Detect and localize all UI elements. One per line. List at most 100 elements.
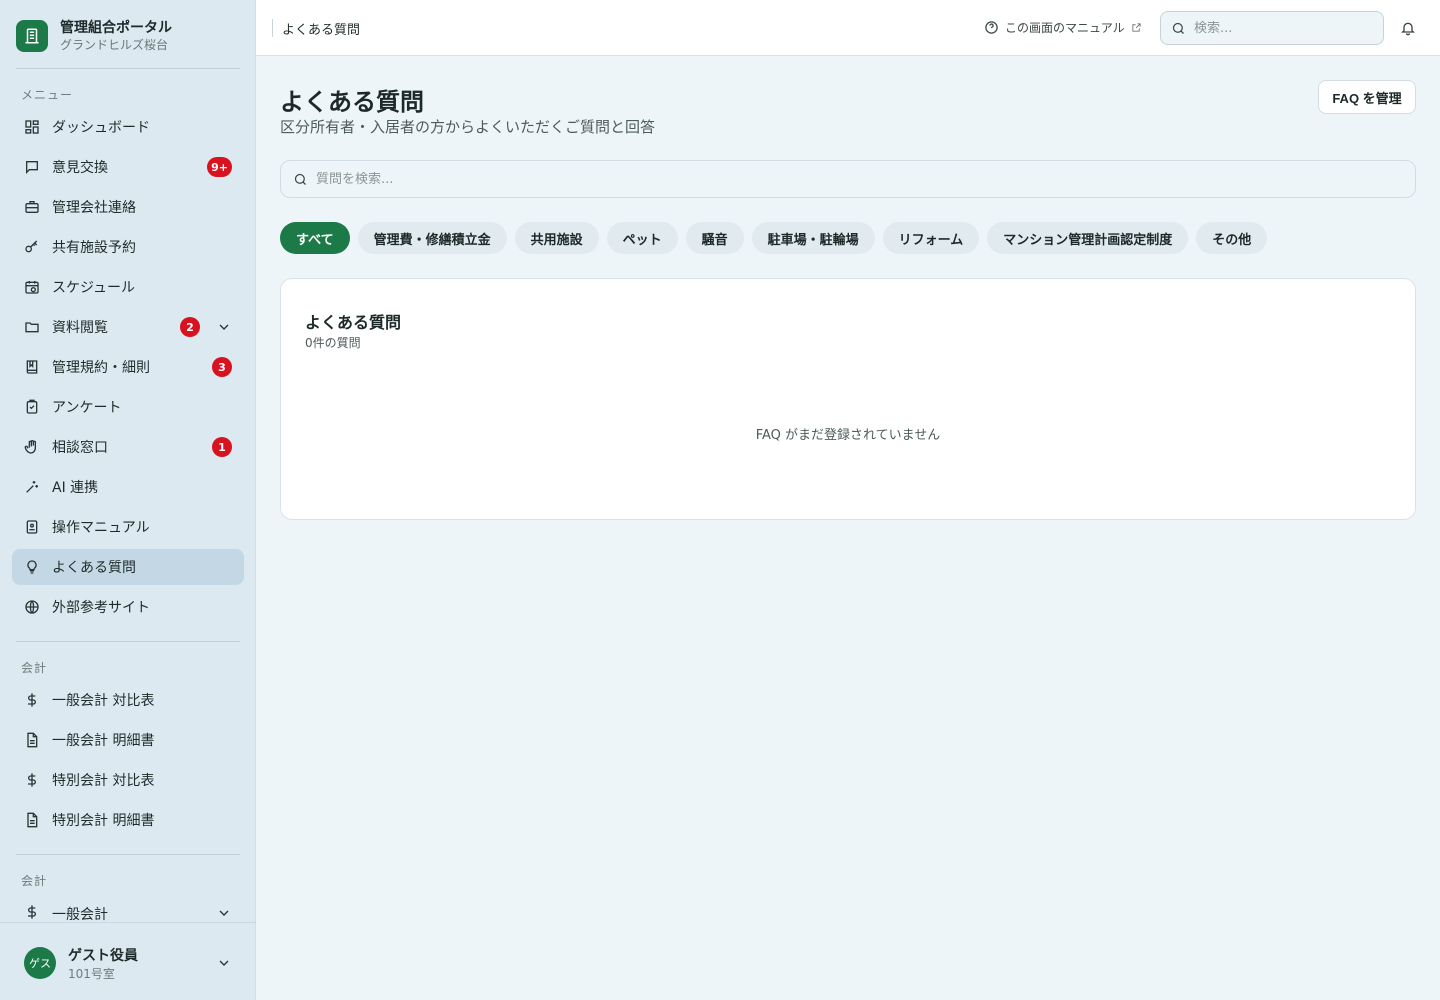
category-chip-parking[interactable]: 駐車場・駐輪場: [751, 222, 875, 254]
sidebar-item-special-comparison[interactable]: 特別会計 対比表: [12, 762, 244, 798]
sidebar-item-label: 外部参考サイト: [52, 600, 150, 616]
category-chip-all[interactable]: すべて: [280, 222, 350, 254]
divider: [16, 641, 240, 642]
category-chip-other[interactable]: その他: [1196, 222, 1268, 254]
hand-icon: [24, 439, 40, 455]
faq-search[interactable]: [280, 160, 1416, 198]
sidebar-item-label: AI 連携: [52, 480, 99, 496]
category-chip-certification[interactable]: マンション管理計画認定制度: [987, 222, 1189, 254]
sidebar-item-label: 相談窓口: [52, 440, 108, 456]
global-search-input[interactable]: [1194, 20, 1364, 36]
screen-manual-link[interactable]: この画面のマニュアル: [984, 19, 1148, 36]
accounting-section-label-2: 会計: [21, 874, 48, 888]
sidebar-item-discussion[interactable]: 意見交換 9+: [12, 149, 244, 185]
sidebar-item-label: スケジュール: [52, 280, 136, 296]
bell-icon[interactable]: [1400, 20, 1416, 36]
sidebar-item-external-sites[interactable]: 外部参考サイト: [12, 589, 244, 625]
notification-badge: 1: [212, 437, 232, 457]
dollar-icon: [24, 692, 40, 708]
sidebar-item-label: 一般会計 明細書: [52, 733, 155, 749]
sidebar-item-label: 共有施設予約: [52, 240, 136, 256]
sidebar-item-label: よくある質問: [52, 560, 136, 576]
document-icon: [24, 812, 40, 828]
sidebar-item-label: 特別会計 明細書: [52, 813, 155, 829]
sidebar-item-general-accounting[interactable]: 一般会計: [12, 895, 244, 922]
external-link-icon: [1132, 23, 1141, 32]
sidebar-item-manual[interactable]: 操作マニュアル: [12, 509, 244, 545]
chevron-down-icon[interactable]: [216, 905, 232, 921]
calendar-clock-icon: [24, 279, 40, 295]
dashboard-icon: [24, 119, 40, 135]
brand[interactable]: 管理組合ポータル グランドヒルズ桜台: [16, 18, 172, 54]
sidebar-item-general-comparison[interactable]: 一般会計 対比表: [12, 682, 244, 718]
chevron-down-icon[interactable]: [216, 319, 232, 335]
user-name: ゲスト役員: [68, 948, 138, 964]
category-chip-renovation[interactable]: リフォーム: [882, 222, 980, 254]
sidebar-item-bylaws[interactable]: 管理規約・細則 3: [12, 349, 244, 385]
user-room: 101号室: [68, 967, 115, 981]
divider: [16, 854, 240, 855]
screen-manual-label: この画面のマニュアル: [1005, 21, 1125, 35]
faq-search-input[interactable]: [316, 171, 1316, 187]
breadcrumb: よくある質問: [282, 23, 361, 38]
help-circle-icon: [985, 21, 998, 34]
dollar-icon: [24, 772, 40, 788]
building-icon: [16, 20, 48, 52]
category-chip-common-facilities[interactable]: 共用施設: [514, 222, 599, 254]
menu-section-label: メニュー: [21, 88, 74, 102]
dollar-icon: [24, 904, 40, 920]
category-filter: すべて 管理費・修繕積立金 共用施設 ペット 騒音 駐車場・駐輪場 リフォーム …: [280, 222, 1268, 254]
globe-icon: [24, 599, 40, 615]
book-icon: [24, 359, 40, 375]
sidebar-item-label: 資料閲覧: [52, 320, 108, 336]
sidebar-item-management-contact[interactable]: 管理会社連絡: [12, 189, 244, 225]
category-chip-pets[interactable]: ペット: [606, 222, 678, 254]
sidebar-item-survey[interactable]: アンケート: [12, 389, 244, 425]
avatar: ゲス: [24, 947, 56, 979]
sidebar-item-label: アンケート: [52, 400, 122, 416]
lightbulb-icon: [24, 559, 40, 575]
sidebar-item-documents[interactable]: 資料閲覧 2: [12, 309, 244, 345]
sidebar-item-schedule[interactable]: スケジュール: [12, 269, 244, 305]
page-subtitle: 区分所有者・入居者の方からよくいただくご質問と回答: [280, 118, 656, 136]
document-icon: [24, 732, 40, 748]
sidebar-item-facility-booking[interactable]: 共有施設予約: [12, 229, 244, 265]
sidebar: 管理組合ポータル グランドヒルズ桜台 メニュー ダッシュボード 意見交換 9+ …: [0, 0, 256, 1000]
chevron-down-icon[interactable]: [216, 955, 232, 971]
sidebar-item-ai-integration[interactable]: AI 連携: [12, 469, 244, 505]
sidebar-item-consultation[interactable]: 相談窓口 1: [12, 429, 244, 465]
search-icon: [294, 173, 306, 185]
folder-icon: [24, 319, 40, 335]
manage-faq-button[interactable]: FAQ を管理: [1318, 80, 1416, 114]
sidebar-item-label: 一般会計: [52, 907, 108, 922]
sidebar-item-label: 操作マニュアル: [52, 520, 150, 536]
category-chip-noise[interactable]: 騒音: [685, 222, 744, 254]
category-chip-fees[interactable]: 管理費・修繕積立金: [357, 222, 507, 254]
key-icon: [24, 239, 40, 255]
breadcrumb-separator: [272, 19, 273, 37]
accounting-section-label: 会計: [21, 661, 48, 675]
sidebar-item-general-statement[interactable]: 一般会計 明細書: [12, 722, 244, 758]
sidebar-item-special-statement[interactable]: 特別会計 明細書: [12, 802, 244, 838]
user-menu[interactable]: ゲス ゲスト役員 101号室: [0, 922, 256, 1000]
briefcase-icon: [24, 199, 40, 215]
sidebar-item-dashboard[interactable]: ダッシュボード: [12, 109, 244, 145]
sparkle-icon: [24, 479, 40, 495]
sidebar-item-label: 一般会計 対比表: [52, 693, 155, 709]
global-search[interactable]: [1160, 11, 1384, 45]
sidebar-item-label: 管理会社連絡: [52, 200, 136, 216]
chat-icon: [24, 159, 40, 175]
notification-badge: 9+: [207, 157, 232, 177]
search-icon: [1172, 22, 1184, 34]
empty-state-message: FAQ がまだ登録されていません: [755, 428, 941, 443]
sidebar-item-label: 特別会計 対比表: [52, 773, 155, 789]
notification-badge: 2: [180, 317, 200, 337]
sidebar-item-faq[interactable]: よくある質問: [12, 549, 244, 585]
question-count: 0件の質問: [305, 336, 361, 350]
faq-list-card: よくある質問 0件の質問 FAQ がまだ登録されていません: [280, 278, 1416, 520]
divider: [16, 68, 240, 69]
manual-icon: [24, 519, 40, 535]
brand-title: 管理組合ポータル: [60, 19, 172, 36]
sidebar-item-label: 管理規約・細則: [52, 360, 150, 376]
topbar: よくある質問 この画面のマニュアル: [256, 0, 1440, 56]
